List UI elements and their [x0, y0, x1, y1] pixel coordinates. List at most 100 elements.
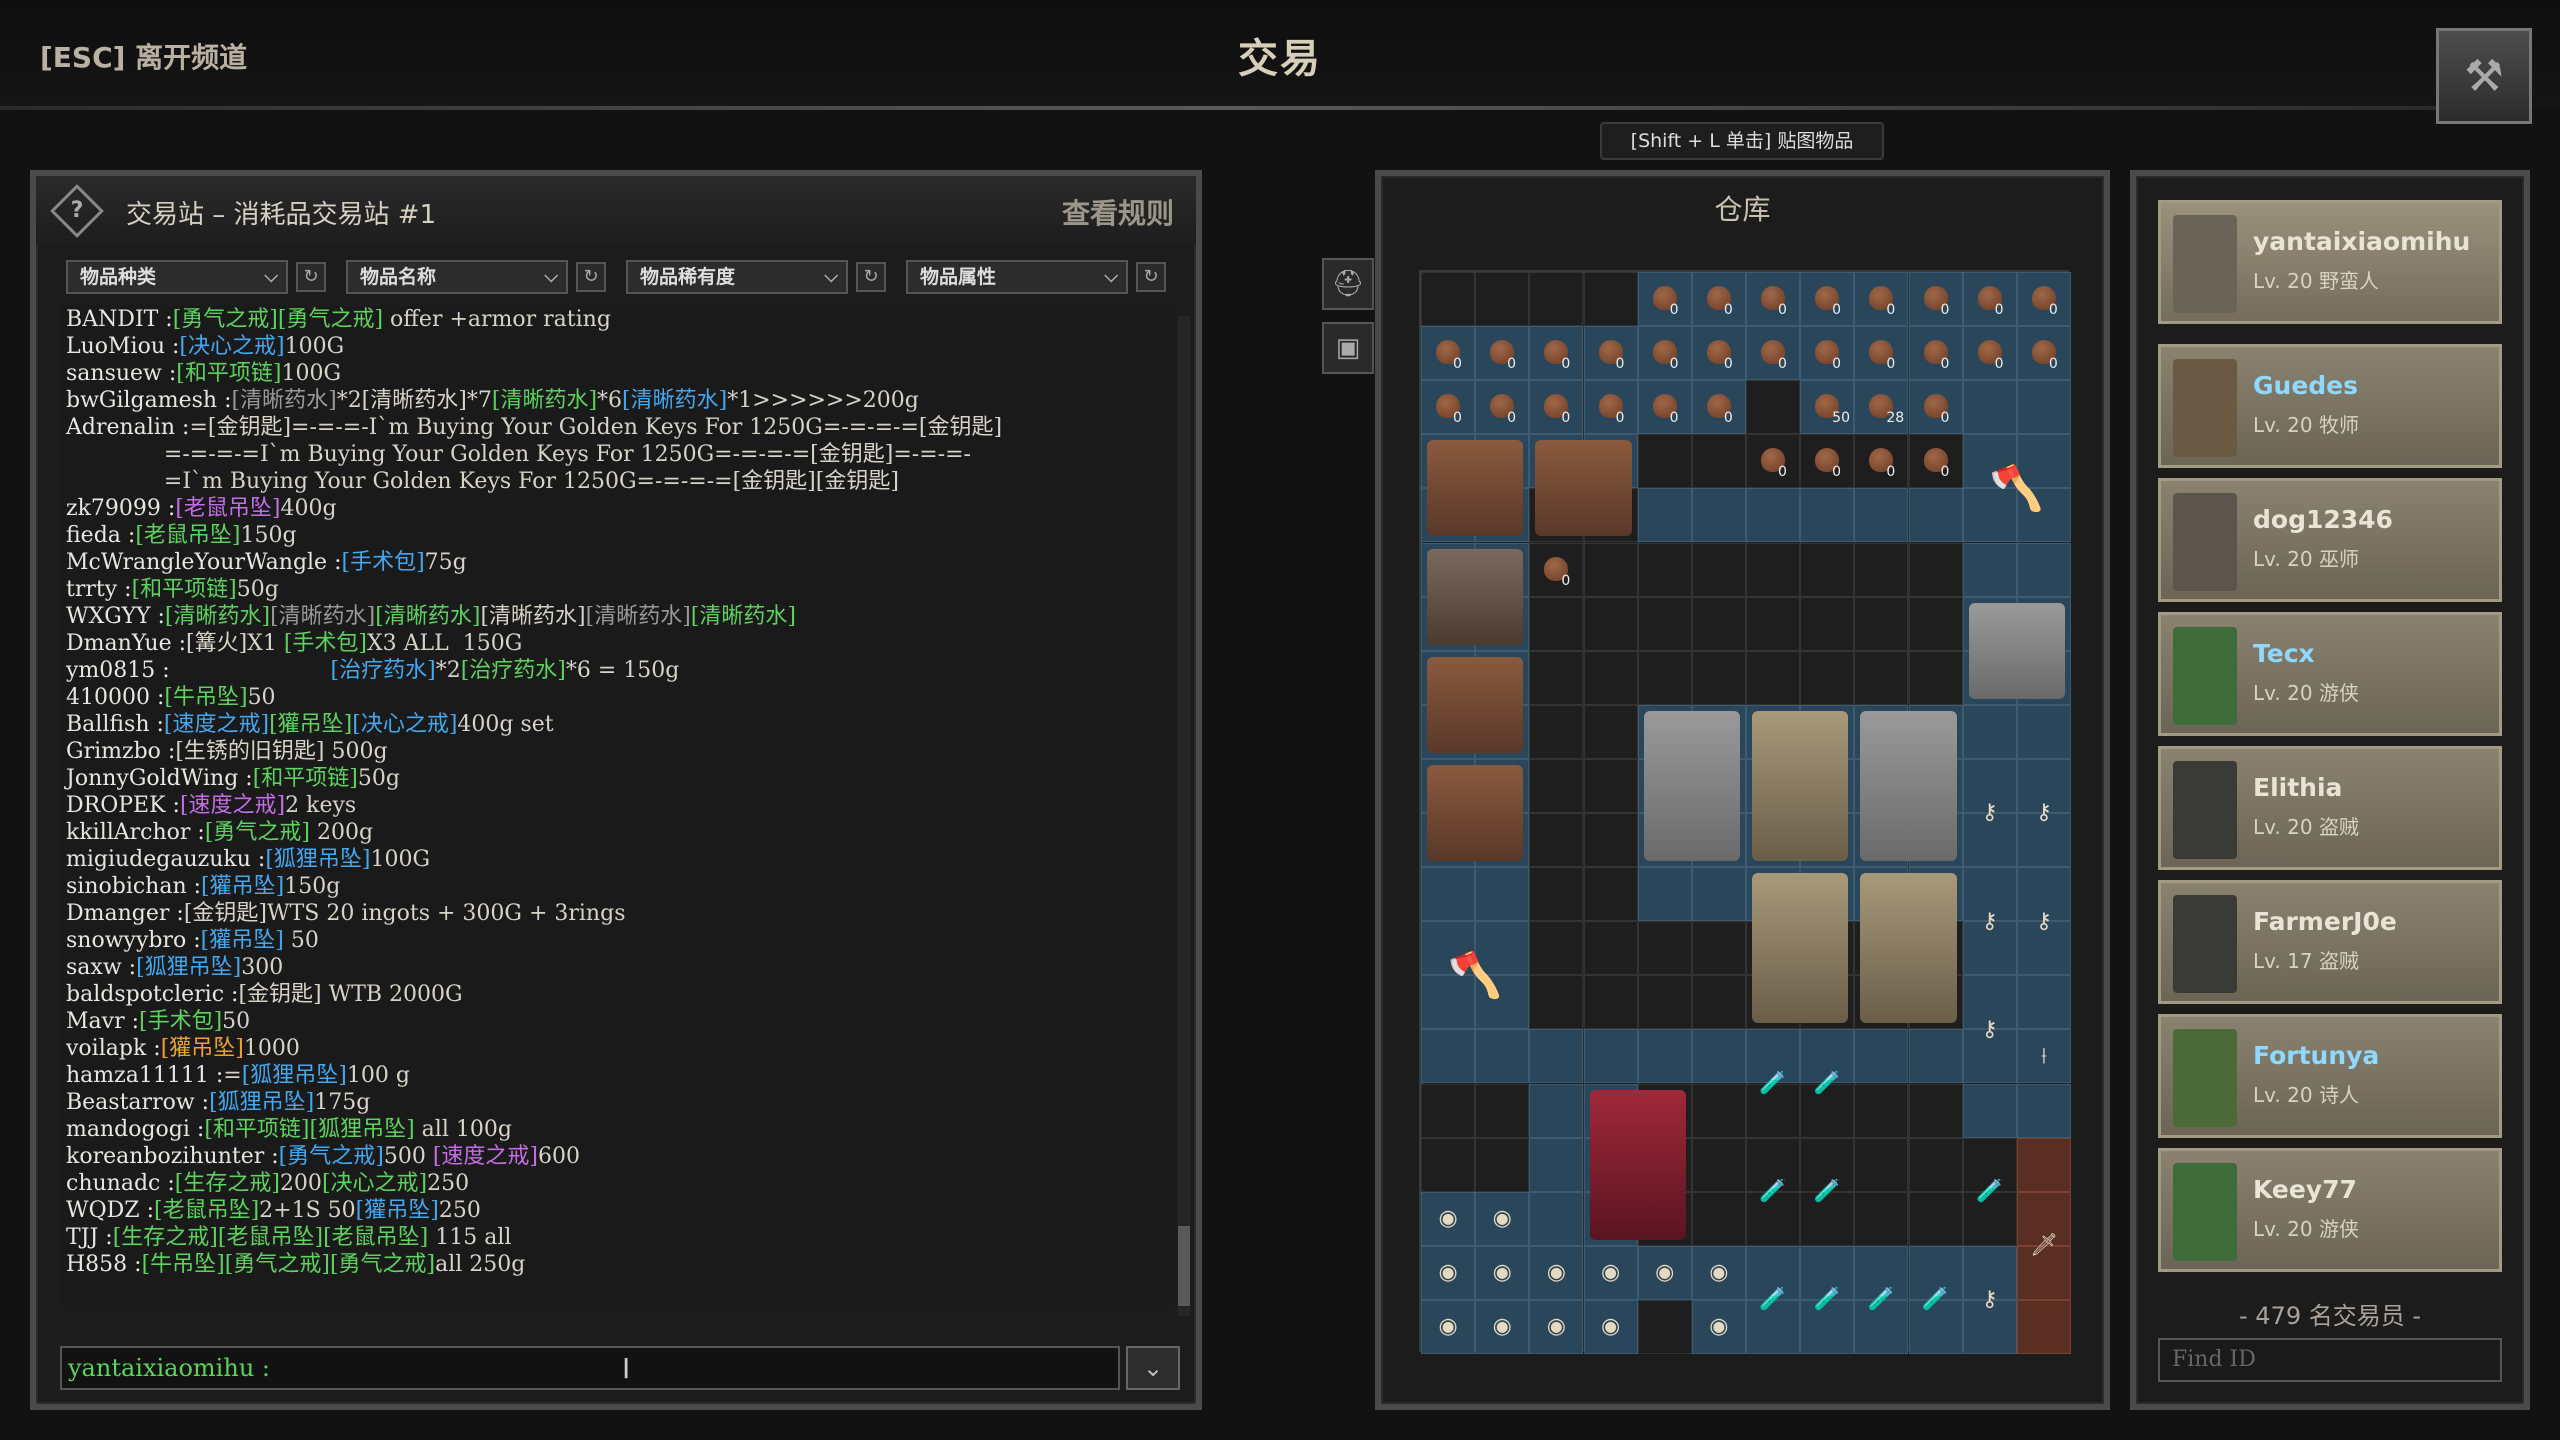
chat-username[interactable]: Beastarrow :: [66, 1090, 209, 1115]
stash-slot[interactable]: [1583, 272, 1638, 327]
potion-icon[interactable]: 🧪: [1806, 1035, 1848, 1131]
refresh-icon[interactable]: ↻: [296, 262, 326, 292]
trinket-icon[interactable]: ◉: [1535, 1306, 1577, 1348]
item-link[interactable]: [清晰药水]: [375, 604, 480, 629]
chat-username[interactable]: WQDZ :: [66, 1198, 154, 1223]
item-link[interactable]: [生存之戒]: [175, 1171, 280, 1196]
item-link[interactable]: [清晰药水]: [165, 604, 270, 629]
item-link[interactable]: [勇气之戒]: [279, 1144, 384, 1169]
item-link[interactable]: [老鼠吊坠]: [323, 1225, 428, 1250]
item-link[interactable]: [清晰药水]: [622, 388, 727, 413]
chat-username[interactable]: ym0815 :: [66, 658, 170, 683]
chat-username[interactable]: sinobichan :: [66, 874, 201, 899]
find-id-input[interactable]: Find ID: [2158, 1338, 2502, 1382]
item-link[interactable]: [勇气之戒]: [330, 1252, 435, 1277]
chat-username[interactable]: baldspotcleric :: [66, 982, 238, 1007]
trader-card[interactable]: Tecx Lv. 20 游侠: [2158, 612, 2502, 736]
trinket-icon[interactable]: ◉: [1427, 1198, 1469, 1240]
trinket-icon[interactable]: ◉: [1590, 1306, 1632, 1348]
spear-icon[interactable]: ⟊: [2023, 981, 2065, 1131]
trinket-icon[interactable]: ◉: [1481, 1306, 1523, 1348]
potion-icon[interactable]: 🧪: [1806, 1252, 1848, 1348]
chat-username[interactable]: H858 :: [66, 1252, 142, 1277]
item-link[interactable]: [狐狸吊坠]: [136, 955, 241, 980]
equipment-toggle-button[interactable]: ⛑: [1322, 258, 1374, 310]
cloak-icon[interactable]: [1643, 710, 1740, 862]
stash-slot[interactable]: [1475, 272, 1530, 327]
item-link[interactable]: [和平项链]: [176, 361, 281, 386]
chat-username[interactable]: DROPEK :: [66, 793, 180, 818]
stash-slot[interactable]: [1529, 272, 1584, 327]
potion-icon[interactable]: 🧪: [1860, 1252, 1902, 1348]
key-icon[interactable]: ⚷: [1969, 981, 2011, 1077]
help-icon[interactable]: ?: [50, 184, 104, 238]
item-link[interactable]: [狐狸吊坠]: [310, 1117, 415, 1142]
trader-card[interactable]: FarmerJ0e Lv. 17 盗贼: [2158, 880, 2502, 1004]
item-link[interactable]: [决心之戒]: [322, 1171, 427, 1196]
item-link[interactable]: [清晰药水]: [691, 604, 796, 629]
trinket-icon[interactable]: ◉: [1481, 1198, 1523, 1240]
chat-username[interactable]: zk79099 :: [66, 496, 175, 521]
item-link[interactable]: [老鼠吊坠]: [154, 1198, 259, 1223]
key-icon[interactable]: ⚷: [2023, 873, 2065, 969]
key-icon[interactable]: ⚷: [1969, 873, 2011, 969]
item-link[interactable]: [狐狸吊坠]: [242, 1063, 347, 1088]
chat-username[interactable]: TJJ :: [66, 1225, 113, 1250]
item-link[interactable]: [手术包]: [341, 550, 424, 575]
boots-icon[interactable]: [1427, 656, 1524, 753]
boots-icon[interactable]: [1427, 440, 1524, 537]
sword-icon[interactable]: 🗡: [2023, 1144, 2065, 1348]
potion-icon[interactable]: 🧪: [1806, 1144, 1848, 1240]
chat-scroll-thumb[interactable]: [1178, 1226, 1190, 1306]
trinket-icon[interactable]: ◉: [1427, 1306, 1469, 1348]
item-link[interactable]: [老鼠吊坠]: [218, 1225, 323, 1250]
item-link[interactable]: [生存之戒]: [113, 1225, 218, 1250]
filter-item-rarity[interactable]: 物品稀有度 ⌵: [626, 260, 848, 294]
potion-icon[interactable]: 🧪: [1969, 1144, 2011, 1240]
filter-item-type[interactable]: 物品种类 ⌵: [66, 260, 288, 294]
armor-icon[interactable]: [1752, 710, 1849, 862]
stash-slot[interactable]: [1421, 272, 1476, 327]
potion-icon[interactable]: 🧪: [1752, 1252, 1794, 1348]
refresh-icon[interactable]: ↻: [856, 262, 886, 292]
item-link[interactable]: [老鼠吊坠]: [135, 523, 240, 548]
chat-username[interactable]: voilapk :: [66, 1036, 161, 1061]
item-link[interactable]: [清晰药水]: [232, 388, 337, 413]
trinket-icon[interactable]: ◉: [1698, 1306, 1740, 1348]
chat-username[interactable]: Adrenalin :: [66, 415, 189, 440]
item-link[interactable]: [狐狸吊坠]: [209, 1090, 314, 1115]
item-link[interactable]: [獾吊坠]: [161, 1036, 244, 1061]
chat-username[interactable]: Ballfish :: [66, 712, 164, 737]
trader-card[interactable]: yantaixiaomihu Lv. 20 野蛮人: [2158, 200, 2502, 324]
chat-username[interactable]: trrty :: [66, 577, 132, 602]
chat-username[interactable]: 410000 :: [66, 685, 164, 710]
trinket-icon[interactable]: ◉: [1698, 1252, 1740, 1294]
chat-username[interactable]: mandogogi :: [66, 1117, 204, 1142]
item-link[interactable]: [牛吊坠]: [164, 685, 247, 710]
potion-icon[interactable]: 🧪: [1752, 1035, 1794, 1131]
item-link[interactable]: [勇气之戒]: [278, 307, 383, 332]
chat-username[interactable]: sansuew :: [66, 361, 176, 386]
filter-item-attribute[interactable]: 物品属性 ⌵: [906, 260, 1128, 294]
axe-icon[interactable]: 🪓: [1427, 873, 1523, 1077]
key-icon[interactable]: ⚷: [2023, 765, 2065, 861]
trader-card[interactable]: Fortunya Lv. 20 诗人: [2158, 1014, 2502, 1138]
item-link[interactable]: [牛吊坠]: [142, 1252, 225, 1277]
boots-icon[interactable]: [1427, 764, 1524, 862]
chat-username[interactable]: WXGYY :: [66, 604, 165, 629]
item-link[interactable]: [决心之戒]: [352, 712, 457, 737]
refresh-icon[interactable]: ↻: [1136, 262, 1166, 292]
refresh-icon[interactable]: ↻: [576, 262, 606, 292]
item-link[interactable]: [清晰药水]: [492, 388, 597, 413]
item-link[interactable]: [和平项链]: [204, 1117, 309, 1142]
trader-card[interactable]: Elithia Lv. 20 盗贼: [2158, 746, 2502, 870]
view-rules-button[interactable]: 查看规则: [1062, 192, 1174, 232]
item-link[interactable]: [手术包]: [284, 631, 367, 656]
chat-input[interactable]: yantaixiaomihu : I: [60, 1346, 1120, 1390]
item-link[interactable]: [决心之戒]: [179, 334, 284, 359]
item-link[interactable]: [治疗药水]: [461, 658, 566, 683]
chat-username[interactable]: kkillArchor :: [66, 820, 205, 845]
item-link[interactable]: [勇气之戒]: [225, 1252, 330, 1277]
chat-username[interactable]: koreanbozihunter :: [66, 1144, 279, 1169]
stash-toggle-button[interactable]: ▣: [1322, 322, 1374, 374]
